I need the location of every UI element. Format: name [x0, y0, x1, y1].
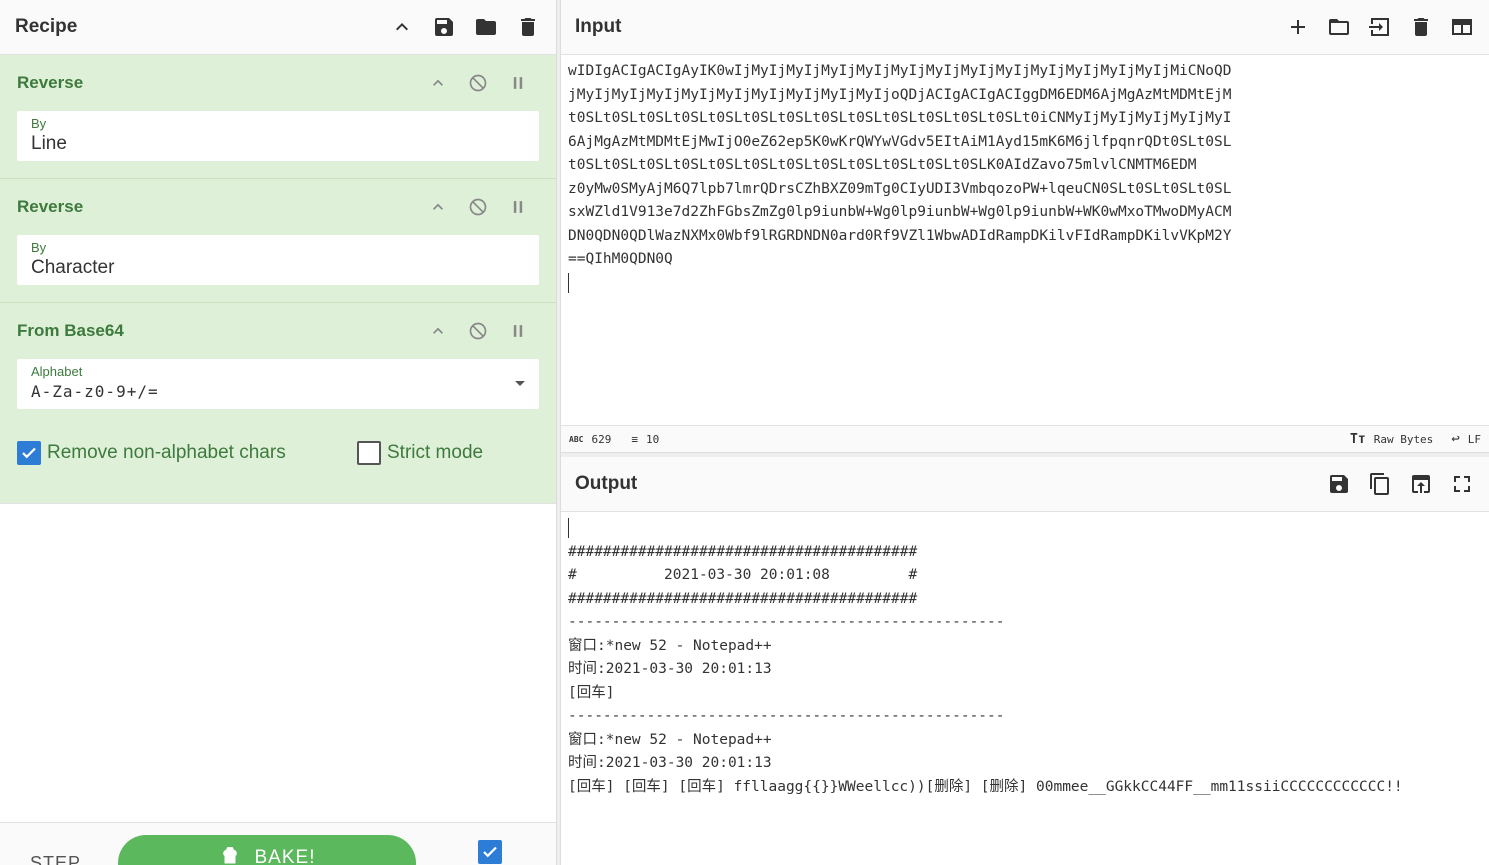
recipe-header: Recipe [0, 0, 556, 55]
disable-icon[interactable] [465, 70, 491, 96]
output-text: ########################################… [568, 543, 1403, 795]
operation-title: Reverse [17, 73, 84, 92]
operation-reverse-line: Reverse By Line [0, 55, 556, 179]
chevron-up-icon[interactable] [425, 194, 451, 220]
output-header: Output [561, 457, 1489, 512]
replace-input-icon[interactable] [1408, 471, 1434, 497]
trash-icon[interactable] [515, 14, 541, 40]
chevron-up-icon[interactable] [425, 70, 451, 96]
input-file-icon[interactable] [1367, 14, 1393, 40]
step-button[interactable]: STEP [30, 853, 81, 865]
arg-value: Line [31, 133, 67, 154]
operation-title: Reverse [17, 197, 84, 216]
io-panel: Input wIDIgACIgACIgAyIK0wIjMyIjMyIjMyIjM… [561, 0, 1489, 865]
autobake-checkbox[interactable] [478, 840, 502, 864]
eol-selector[interactable]: LF [1468, 433, 1481, 446]
arg-label: Alphabet [31, 364, 83, 379]
operation-reverse-character: Reverse By Character [0, 179, 556, 303]
input-text: wIDIgACIgACIgAyIK0wIjMyIjMyIjMyIjMyIjMyI… [568, 63, 1232, 267]
pause-icon[interactable] [505, 70, 531, 96]
text-format-icon: Tт [1350, 431, 1366, 447]
layout-icon[interactable] [1449, 14, 1475, 40]
save-icon[interactable] [1326, 471, 1352, 497]
input-textarea[interactable]: wIDIgACIgACIgAyIK0wIjMyIjMyIjMyIjMyIjMyI… [561, 55, 1489, 425]
strict-mode-checkbox[interactable]: Strict mode [357, 441, 483, 465]
bake-label: BAKE! [254, 847, 316, 865]
output-textarea[interactable]: ########################################… [561, 512, 1489, 862]
chevron-up-icon[interactable] [389, 14, 415, 40]
recipe-panel: Recipe Reverse By Line Reverse By Charac… [0, 0, 556, 865]
alphabet-select[interactable]: Alphabet A-Za-z0-9+/= [17, 359, 539, 409]
folder-icon[interactable] [473, 14, 499, 40]
eol-icon: ↩ [1451, 431, 1460, 447]
chef-hat-icon [222, 847, 237, 864]
chevron-down-icon [515, 381, 525, 386]
input-status-bar: ABC 629 ≡ 10 Tт Raw Bytes ↩ LF [561, 425, 1489, 452]
plus-icon[interactable] [1285, 14, 1311, 40]
disable-icon[interactable] [465, 194, 491, 220]
recipe-footer: STEP BAKE! [0, 822, 556, 865]
trash-icon[interactable] [1408, 14, 1434, 40]
input-header: Input [561, 0, 1489, 55]
operation-title: From Base64 [17, 321, 124, 340]
arg-value: Character [31, 257, 115, 278]
checkbox-label: Remove non-alphabet chars [47, 442, 286, 463]
line-count: 10 [645, 432, 660, 446]
reverse-by-field[interactable]: By Character [17, 235, 539, 285]
chars-icon: ABC [569, 434, 584, 444]
arg-label: By [31, 240, 47, 255]
output-title: Output [575, 473, 638, 494]
input-title: Input [575, 16, 622, 37]
reverse-by-field[interactable]: By Line [17, 111, 539, 161]
checkbox-label: Strict mode [387, 442, 484, 463]
save-icon[interactable] [431, 14, 457, 40]
lines-icon: ≡ [631, 432, 638, 446]
pause-icon[interactable] [505, 194, 531, 220]
open-folder-icon[interactable] [1326, 14, 1352, 40]
arg-value: A-Za-z0-9+/= [31, 382, 159, 401]
checkbox-checked-icon [17, 441, 41, 465]
bake-button[interactable]: BAKE! [118, 835, 416, 865]
cyberchef-app: Recipe Reverse By Line Reverse By Charac… [0, 0, 1489, 865]
recipe-title: Recipe [15, 16, 78, 37]
chevron-up-icon[interactable] [425, 318, 451, 344]
fullscreen-icon[interactable] [1449, 471, 1475, 497]
char-count: 629 [591, 432, 612, 446]
pause-icon[interactable] [505, 318, 531, 344]
operation-from-base64: From Base64 Alphabet A-Za-z0-9+/= Remove… [0, 303, 556, 504]
remove-non-alphabet-checkbox[interactable]: Remove non-alphabet chars [17, 441, 357, 465]
arg-label: By [31, 116, 47, 131]
disable-icon[interactable] [465, 318, 491, 344]
format-selector[interactable]: Raw Bytes [1374, 433, 1434, 446]
text-cursor [568, 272, 569, 293]
checkbox-unchecked-icon [357, 441, 381, 465]
copy-icon[interactable] [1367, 471, 1393, 497]
text-cursor [568, 518, 569, 538]
